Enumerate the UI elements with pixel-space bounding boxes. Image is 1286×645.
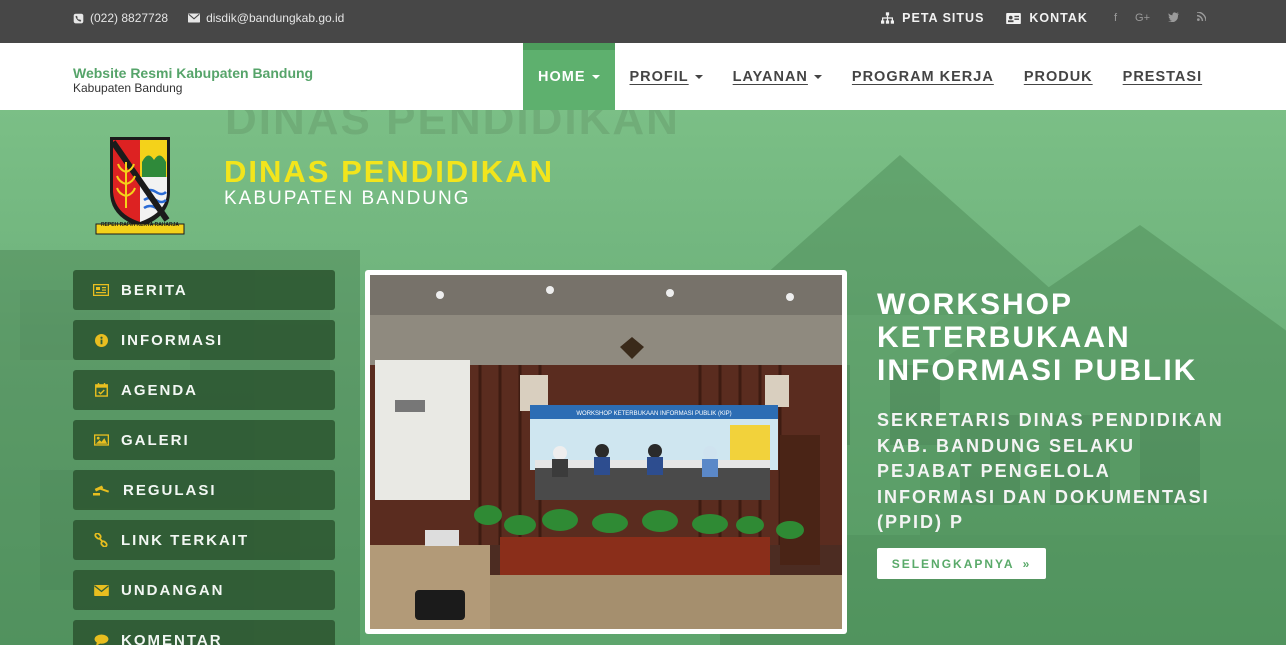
envelope-icon [93, 583, 109, 597]
nav-profil-label: PROFIL [629, 68, 689, 85]
rss-icon[interactable] [1196, 10, 1207, 25]
nav-home-label: HOME [538, 68, 586, 85]
contact-label: KONTAK [1029, 11, 1088, 25]
twitter-icon[interactable] [1168, 11, 1179, 25]
read-more-label: SELENGKAPNYA [891, 556, 1015, 571]
logo-motto: REPEH RAPIH KERTA RAHARJA [100, 222, 180, 228]
double-chevron-right-icon: » [1022, 556, 1032, 571]
nav-prestasi-label: PRESTASI [1122, 68, 1203, 85]
side-item-label: UNDANGAN [121, 581, 225, 599]
side-item-label: AGENDA [121, 381, 199, 399]
background-watermark-text: DINAS PENDIDIKAN [225, 110, 680, 144]
nav-home[interactable]: HOME [523, 43, 615, 110]
contact-info: (022) 8827728 disdik@bandungkab.go.id [73, 11, 344, 25]
sitemap-link[interactable]: PETA SITUS [881, 11, 984, 25]
caret-down-icon [694, 74, 703, 79]
image-icon [93, 433, 109, 447]
calendar-icon [93, 383, 109, 397]
nav-prestasi[interactable]: PRESTASI [1108, 43, 1217, 110]
caret-down-icon [813, 74, 822, 79]
id-card-icon [1006, 12, 1022, 24]
banner-text: WORKSHOP KETERBUKAAN INFORMASI PUBLIK (K… [576, 411, 731, 417]
slide-title[interactable]: WORKSHOP KETERBUKAAN INFORMASI PUBLIK [877, 288, 1237, 387]
gavel-icon [93, 483, 111, 497]
nav-program-kerja[interactable]: PROGRAM KERJA [837, 43, 1009, 110]
side-item-label: REGULASI [123, 481, 217, 499]
envelope-icon [188, 13, 201, 23]
email-contact[interactable]: disdik@bandungkab.go.id [188, 11, 344, 25]
phone-contact: (022) 8827728 [73, 11, 168, 25]
side-item-label: INFORMASI [121, 331, 224, 349]
top-bar: (022) 8827728 disdik@bandungkab.go.id PE… [0, 0, 1286, 43]
side-item-galeri[interactable]: GALERI [73, 420, 335, 460]
newspaper-icon [93, 283, 109, 297]
link-icon [93, 533, 109, 547]
slide-photo-frame[interactable]: WORKSHOP KETERBUKAAN INFORMASI PUBLIK (K… [365, 270, 847, 634]
caret-down-icon [591, 74, 600, 79]
facebook-icon[interactable]: f [1114, 12, 1117, 25]
social-links: f G+ [1114, 10, 1207, 25]
kabupaten-bandung-logo [95, 137, 185, 235]
nav-layanan[interactable]: LAYANAN [718, 43, 837, 110]
sitemap-label: PETA SITUS [902, 11, 985, 25]
slide-text: SEKRETARIS DINAS PENDIDIKAN KAB. BANDUNG… [877, 410, 1224, 532]
email-address[interactable]: disdik@bandungkab.go.id [206, 11, 344, 25]
info-icon [93, 333, 109, 347]
brand-title: DINAS PENDIDIKAN [224, 154, 554, 189]
nav-produk-label: PRODUK [1023, 68, 1093, 85]
phone-icon [73, 13, 84, 23]
slide-photo: WORKSHOP KETERBUKAAN INFORMASI PUBLIK (K… [370, 275, 842, 629]
brand-subtitle: KABUPATEN BANDUNG [224, 188, 471, 209]
read-more-button[interactable]: SELENGKAPNYA » [877, 548, 1046, 579]
nav-profil[interactable]: PROFIL [615, 43, 718, 110]
sitemap-icon [881, 12, 895, 24]
workshop-photo-illustration: WORKSHOP KETERBUKAAN INFORMASI PUBLIK (K… [370, 275, 842, 629]
nav-produk[interactable]: PRODUK [1009, 43, 1108, 110]
side-item-agenda[interactable]: AGENDA [73, 370, 335, 410]
phone-number: (022) 8827728 [90, 11, 169, 25]
hero-section: DINAS PENDIDIKAN REPEH RAPIH KERTA RAHAR… [0, 110, 1286, 645]
site-header: Website Resmi Kabupaten Bandung Kabupate… [0, 43, 1286, 110]
side-item-undangan[interactable]: UNDANGAN [73, 570, 335, 610]
side-item-label: LINK TERKAIT [121, 531, 250, 549]
side-item-label: KOMENTAR [121, 631, 223, 645]
site-title[interactable]: Website Resmi Kabupaten Bandung [73, 65, 313, 81]
side-item-berita[interactable]: BERITA [73, 270, 335, 310]
google-plus-icon[interactable]: G+ [1135, 12, 1150, 25]
site-subtitle: Kabupaten Bandung [73, 81, 183, 95]
side-menu: BERITA INFORMASI AGENDA GALERI REGULASI … [73, 270, 335, 645]
main-nav: HOME PROFIL LAYANAN PROGRAM KERJA PRODUK… [523, 43, 1217, 110]
contact-link[interactable]: KONTAK [1006, 11, 1088, 25]
side-item-regulasi[interactable]: REGULASI [73, 470, 335, 510]
side-item-label: BERITA [121, 281, 188, 299]
nav-program-kerja-label: PROGRAM KERJA [851, 68, 994, 85]
side-item-informasi[interactable]: INFORMASI [73, 320, 335, 360]
side-item-komentar[interactable]: KOMENTAR [73, 620, 335, 645]
comment-icon [93, 633, 109, 645]
side-item-link-terkait[interactable]: LINK TERKAIT [73, 520, 335, 560]
side-item-label: GALERI [121, 431, 190, 449]
nav-layanan-label: LAYANAN [732, 68, 808, 85]
